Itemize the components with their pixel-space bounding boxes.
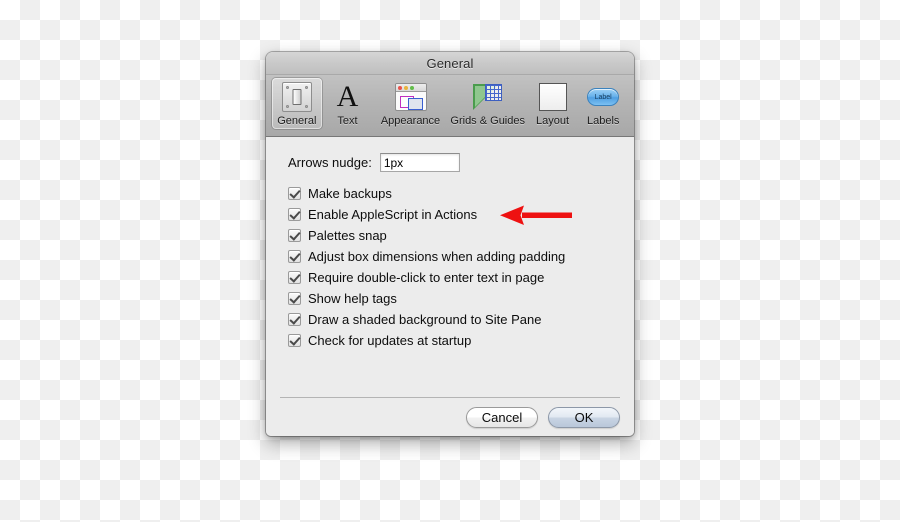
toolbar-item-general[interactable]: General bbox=[272, 78, 322, 129]
toolbar-item-appearance-label: Appearance bbox=[380, 115, 441, 127]
toolbar-item-labels-label: Labels bbox=[586, 115, 620, 127]
dialog-button-row: Cancel OK bbox=[466, 407, 620, 428]
checkbox-row-shaded-site-pane[interactable]: Draw a shaded background to Site Pane bbox=[288, 312, 614, 327]
checkbox-row-enable-applescript[interactable]: Enable AppleScript in Actions bbox=[288, 207, 614, 222]
page-icon bbox=[537, 81, 569, 113]
letter-a-icon: A bbox=[336, 80, 359, 113]
checkmark-icon[interactable] bbox=[288, 187, 301, 200]
checkbox-row-show-help-tags[interactable]: Show help tags bbox=[288, 291, 614, 306]
preferences-checkbox-list: Make backups Enable AppleScript in Actio… bbox=[288, 186, 614, 348]
toolbar-item-layout[interactable]: Layout bbox=[528, 78, 578, 129]
light-switch-icon bbox=[281, 81, 313, 113]
checkbox-label: Adjust box dimensions when adding paddin… bbox=[308, 249, 566, 264]
toolbar-item-grids-guides-label: Grids & Guides bbox=[450, 115, 525, 127]
checkbox-label: Enable AppleScript in Actions bbox=[308, 207, 478, 222]
checkbox-row-check-updates[interactable]: Check for updates at startup bbox=[288, 333, 614, 348]
ok-button[interactable]: OK bbox=[548, 407, 620, 428]
checkbox-label: Make backups bbox=[308, 186, 392, 201]
checkmark-icon[interactable] bbox=[288, 292, 301, 305]
grid-triangle-icon bbox=[472, 81, 504, 113]
arrows-nudge-input[interactable] bbox=[379, 153, 460, 172]
checkbox-label: Check for updates at startup bbox=[308, 333, 472, 348]
preferences-window: General General A Text Appearance Grids … bbox=[266, 52, 634, 436]
checkbox-row-make-backups[interactable]: Make backups bbox=[288, 186, 614, 201]
preferences-content: Arrows nudge: Make backups Enable AppleS… bbox=[266, 137, 634, 436]
checkmark-icon[interactable] bbox=[288, 250, 301, 263]
checkbox-label: Require double-click to enter text in pa… bbox=[308, 270, 545, 285]
window-icon bbox=[394, 81, 427, 113]
checkmark-icon[interactable] bbox=[288, 271, 301, 284]
toolbar-item-text[interactable]: A Text bbox=[323, 78, 373, 129]
label-pill-icon: Label bbox=[587, 81, 620, 113]
content-separator bbox=[280, 397, 620, 398]
preferences-toolbar: General A Text Appearance Grids & Guides… bbox=[266, 75, 634, 137]
checkbox-label: Palettes snap bbox=[308, 228, 387, 243]
checkbox-label: Draw a shaded background to Site Pane bbox=[308, 312, 542, 327]
checkmark-icon[interactable] bbox=[288, 313, 301, 326]
arrows-nudge-row: Arrows nudge: bbox=[288, 153, 614, 172]
checkmark-icon[interactable] bbox=[288, 334, 301, 347]
cancel-button[interactable]: Cancel bbox=[466, 407, 538, 428]
toolbar-item-general-label: General bbox=[277, 115, 317, 127]
checkmark-icon[interactable] bbox=[288, 229, 301, 242]
toolbar-item-appearance[interactable]: Appearance bbox=[373, 78, 447, 129]
checkmark-icon[interactable] bbox=[288, 208, 301, 221]
toolbar-item-grids-guides[interactable]: Grids & Guides bbox=[449, 78, 527, 129]
checkbox-label: Show help tags bbox=[308, 291, 397, 306]
checkbox-row-require-double-click[interactable]: Require double-click to enter text in pa… bbox=[288, 270, 614, 285]
toolbar-item-layout-label: Layout bbox=[536, 115, 570, 127]
window-titlebar[interactable]: General bbox=[266, 52, 634, 75]
label-pill-text: Label bbox=[594, 93, 612, 101]
window-title: General bbox=[426, 55, 474, 71]
toolbar-item-text-label: Text bbox=[337, 115, 358, 127]
checkbox-row-palettes-snap[interactable]: Palettes snap bbox=[288, 228, 614, 243]
toolbar-item-labels[interactable]: Label Labels bbox=[578, 78, 628, 129]
arrows-nudge-label: Arrows nudge: bbox=[288, 155, 372, 170]
checkbox-row-adjust-box-dimensions[interactable]: Adjust box dimensions when adding paddin… bbox=[288, 249, 614, 264]
